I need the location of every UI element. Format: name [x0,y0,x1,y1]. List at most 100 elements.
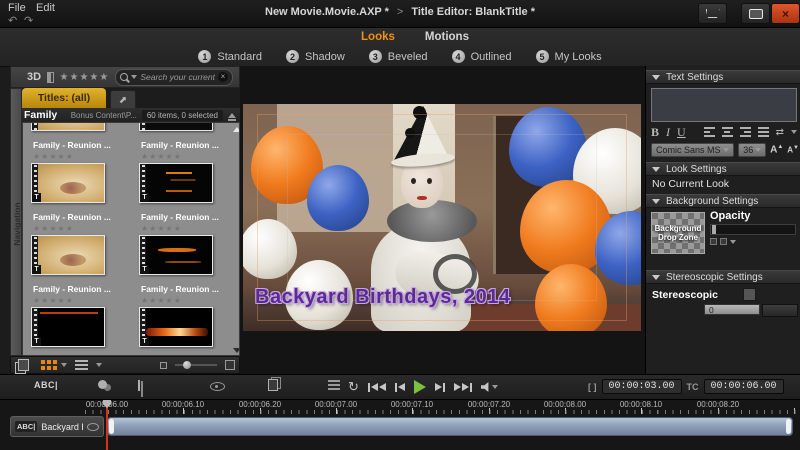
depth-slider[interactable] [762,304,798,317]
search-scope-arrow-icon[interactable] [131,75,137,79]
collapse-arrow-icon[interactable] [652,167,660,172]
align-right-button[interactable] [740,127,751,137]
title-item[interactable]: Family - Reunion ... ★★★★★ T [31,284,135,347]
close-button[interactable]: × [771,3,800,24]
collapse-arrow-icon[interactable] [652,275,660,280]
collapse-arrow-icon[interactable] [652,75,660,80]
font-size-select[interactable]: 36 [738,143,766,157]
scroll-down-icon[interactable] [233,348,240,353]
collection-view-button[interactable]: ⬈ [110,90,136,110]
text-settings-header[interactable]: Text Settings [646,70,800,84]
background-drop-zone[interactable]: Background Drop Zone [651,212,705,254]
title-clip[interactable] [107,417,793,436]
title-thumbnail[interactable]: T [139,307,213,347]
go-to-end-button[interactable] [454,383,472,392]
collapse-arrow-icon[interactable] [652,199,660,204]
align-center-button[interactable] [722,127,733,137]
rating-stars[interactable]: ★★★★★ [31,152,135,163]
track-header[interactable]: ABC| Backyard Birt... [10,416,104,437]
category-tab-standard[interactable]: 1Standard [198,50,262,63]
group-header[interactable]: Family Bonus Content\P... 60 items, 0 se… [10,108,240,122]
title-item[interactable]: Family - Reunion ... ★★★★★ T [31,140,135,203]
stereoscopic-settings-header[interactable]: Stereoscopic Settings [646,270,800,284]
list-view-icon[interactable] [75,360,88,362]
store-button[interactable] [698,3,727,24]
bold-button[interactable]: B [651,125,659,140]
align-left-button[interactable] [704,127,715,137]
tab-motions[interactable]: Motions [425,31,469,43]
dropdown-arrow-icon[interactable] [730,240,736,244]
3d-toggle[interactable]: 3D [27,71,41,83]
layer-list-icon[interactable] [328,380,340,382]
clear-search-icon[interactable]: × [218,72,228,82]
look-settings-header[interactable]: Look Settings [646,162,800,176]
align-objects-icon[interactable] [138,380,140,391]
title-thumbnail[interactable]: T [139,163,213,203]
shapes-tool-icon[interactable] [98,380,107,389]
volume-button[interactable] [481,382,498,392]
title-item[interactable]: Family - Reunion ... ★★★★★ T [139,284,240,347]
title-thumbnail[interactable]: T [139,235,213,275]
step-forward-button[interactable] [435,383,445,392]
opacity-slider[interactable] [710,224,796,235]
rating-stars[interactable]: ★★★★★ [139,224,240,235]
background-settings-header[interactable]: Background Settings [646,194,800,208]
step-back-button[interactable] [395,383,405,392]
depth-value-field[interactable]: 0 [704,304,760,315]
tab-looks[interactable]: Looks [361,31,395,43]
title-item[interactable]: Family - Reunion ... ★★★★★ T [139,140,240,203]
text-entry-box[interactable] [651,88,797,122]
rating-stars[interactable]: ★★★★★ [31,296,135,307]
background-mode-control[interactable] [710,238,736,245]
collections-icon[interactable] [18,359,29,371]
category-tab-my-looks[interactable]: 5My Looks [536,50,602,63]
font-family-select[interactable]: Comic Sans MS [651,143,734,157]
shrink-text-button[interactable]: A▼ [787,145,799,155]
grow-text-button[interactable]: A▲ [770,144,783,155]
rating-filter-stars[interactable]: ★★★★★ [60,72,110,83]
preview-title-text[interactable]: Backyard Birthdays, 2014 [255,286,510,309]
visibility-icon[interactable] [210,382,225,391]
thumb-size-slider[interactable] [175,364,217,366]
italic-button[interactable]: I [666,125,670,140]
eject-icon[interactable] [228,113,236,118]
stereoscopic-checkbox[interactable] [743,288,756,301]
title-thumbnail[interactable]: T [31,235,105,275]
title-thumbnail[interactable]: T [31,307,105,347]
track-eye-icon[interactable] [87,423,99,431]
clip-trim-handle[interactable] [786,419,791,434]
go-to-start-button[interactable] [368,383,386,392]
slider-thumb[interactable] [712,225,716,234]
title-item[interactable]: Family - Reunion ... ★★★★★ T [139,212,240,275]
search-box[interactable]: Search your current × [115,69,233,86]
copy-icon[interactable] [268,379,278,391]
timecode-display[interactable]: 00:00:06.00 [704,379,784,394]
titles-all-tab[interactable]: Titles: (all) [22,88,106,108]
search-input[interactable]: Search your current [140,72,215,82]
rating-stars[interactable]: ★★★★★ [31,224,135,235]
layout-icon[interactable] [47,72,53,83]
loop-button[interactable]: ↻ [348,380,359,394]
duration-display[interactable]: 00:00:03.00 [602,379,682,394]
clip-trim-handle[interactable] [109,419,114,434]
text-flow-button[interactable]: ⇄ [776,127,784,138]
rating-stars[interactable]: ★★★★★ [139,296,240,307]
category-tab-shadow[interactable]: 2Shadow [286,50,345,63]
grid-view-icon[interactable] [41,360,45,364]
text-flow-arrow-icon[interactable] [791,130,797,134]
scroll-up-icon[interactable] [233,127,240,132]
title-item[interactable]: Family - Reunion ... ★★★★★ T [31,212,135,275]
underline-button[interactable]: U [677,125,686,140]
text-tool-button[interactable]: ABC| [34,380,58,390]
restore-button[interactable] [741,3,770,24]
video-canvas[interactable]: Backyard Birthdays, 2014 [243,104,641,331]
category-tab-outlined[interactable]: 4Outlined [452,50,512,63]
align-justify-button[interactable] [758,127,769,137]
navigation-strip[interactable]: Navigation [10,88,22,356]
slider-thumb[interactable] [183,361,191,369]
list-view-arrow-icon[interactable] [96,363,102,367]
title-thumbnail-partial[interactable] [31,122,105,131]
rating-stars[interactable]: ★★★★★ [139,152,240,163]
play-button[interactable] [414,380,426,394]
category-tab-beveled[interactable]: 3Beveled [369,50,428,63]
